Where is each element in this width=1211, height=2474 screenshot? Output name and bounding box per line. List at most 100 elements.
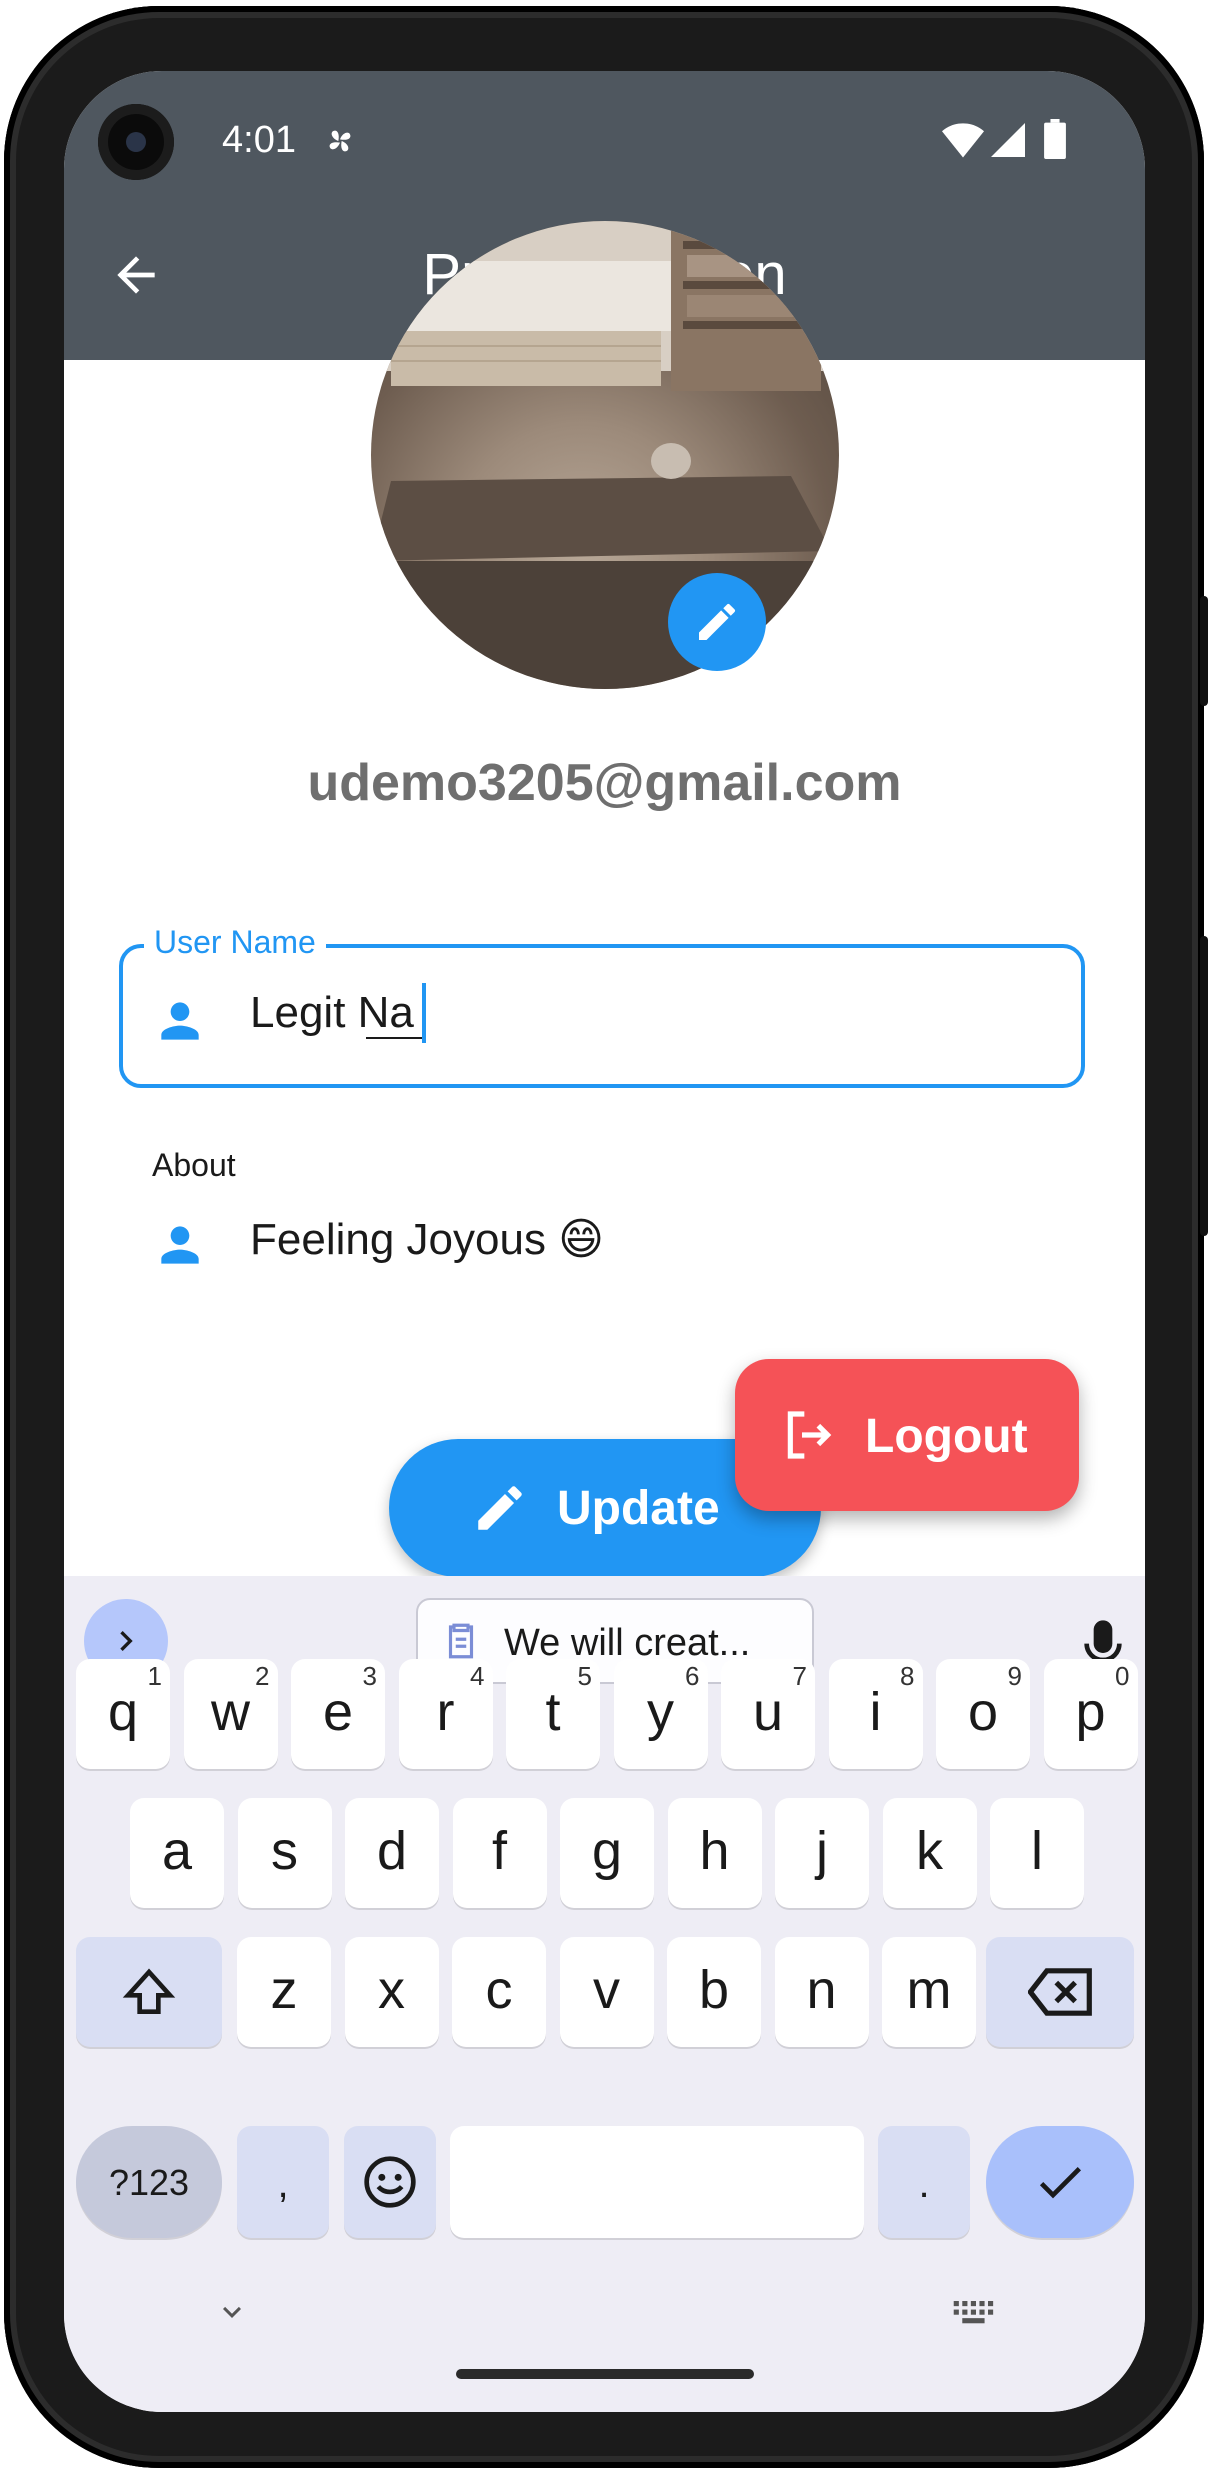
key-p[interactable]: p0 bbox=[1043, 1659, 1138, 1769]
key-hint: 7 bbox=[792, 1661, 807, 1691]
screen: 4:01 Profile Screen bbox=[64, 71, 1145, 2412]
key-label: j bbox=[816, 1821, 828, 1881]
key-n[interactable]: n bbox=[774, 1937, 869, 2047]
key-label: x bbox=[378, 1960, 405, 2020]
emoji-icon bbox=[364, 2156, 416, 2208]
key-hint: 5 bbox=[577, 1661, 592, 1691]
key-label: a bbox=[161, 1821, 193, 1881]
key-s[interactable]: s bbox=[237, 1798, 332, 1908]
key-hint: 6 bbox=[685, 1661, 700, 1691]
room-photo bbox=[371, 221, 839, 689]
username-input[interactable]: Legit Na bbox=[250, 988, 414, 1038]
key-j[interactable]: j bbox=[775, 1798, 869, 1908]
backspace-icon bbox=[1028, 1968, 1092, 2016]
key-h[interactable]: h bbox=[667, 1798, 762, 1908]
key-v[interactable]: v bbox=[559, 1937, 654, 2047]
edit-photo-button[interactable] bbox=[668, 573, 766, 671]
keyboard-switch-icon[interactable] bbox=[952, 2298, 1000, 2328]
key-r[interactable]: r4 bbox=[398, 1659, 493, 1769]
person-icon bbox=[161, 1002, 199, 1040]
profile-avatar[interactable] bbox=[371, 221, 839, 689]
hide-keyboard-icon[interactable] bbox=[214, 2294, 250, 2330]
key-label: b bbox=[698, 1960, 730, 2020]
shift-key[interactable] bbox=[76, 1937, 222, 2047]
clipboard-icon bbox=[448, 1623, 474, 1659]
username-label: User Name bbox=[144, 924, 326, 961]
gesture-handle[interactable] bbox=[456, 2369, 754, 2379]
checkmark-icon bbox=[1039, 2167, 1081, 2199]
phone-frame: 4:01 Profile Screen bbox=[4, 6, 1208, 2468]
key-label: z bbox=[270, 1960, 298, 2020]
key-t[interactable]: t5 bbox=[506, 1659, 600, 1769]
emoji-key[interactable] bbox=[344, 2126, 436, 2238]
period-key[interactable]: . bbox=[878, 2126, 970, 2238]
power-button bbox=[1200, 596, 1208, 706]
status-time: 4:01 bbox=[222, 119, 296, 161]
period-key-label: . bbox=[918, 2162, 930, 2206]
key-w[interactable]: w2 bbox=[183, 1659, 278, 1769]
key-label: d bbox=[376, 1821, 408, 1881]
key-hint: 0 bbox=[1115, 1661, 1130, 1691]
key-c[interactable]: c bbox=[452, 1937, 546, 2047]
key-q[interactable]: q1 bbox=[76, 1659, 170, 1769]
key-b[interactable]: b bbox=[667, 1937, 761, 2047]
key-i[interactable]: i8 bbox=[828, 1659, 923, 1769]
symbols-key[interactable]: ?123 bbox=[76, 2126, 222, 2238]
space-key[interactable] bbox=[450, 2126, 864, 2238]
done-key[interactable] bbox=[986, 2126, 1134, 2238]
key-o[interactable]: o9 bbox=[936, 1659, 1030, 1769]
key-label: f bbox=[491, 1821, 507, 1881]
key-hint: 9 bbox=[1007, 1661, 1022, 1691]
key-label: l bbox=[1031, 1821, 1043, 1881]
backspace-key[interactable] bbox=[986, 1937, 1134, 2047]
logout-icon bbox=[787, 1411, 832, 1459]
front-camera bbox=[98, 104, 174, 180]
key-label: m bbox=[906, 1960, 952, 2020]
comma-key[interactable]: , bbox=[237, 2126, 329, 2238]
pencil-icon bbox=[699, 603, 736, 640]
about-input[interactable]: Feeling Joyous 😄 bbox=[250, 1214, 604, 1265]
key-z[interactable]: z bbox=[237, 1937, 331, 2047]
battery-icon bbox=[1044, 119, 1066, 159]
chevron-right-icon bbox=[120, 1631, 133, 1651]
key-label: h bbox=[699, 1821, 730, 1881]
key-g[interactable]: g bbox=[560, 1798, 654, 1908]
key-label: k bbox=[916, 1821, 943, 1881]
key-hint: 8 bbox=[900, 1661, 915, 1691]
key-a[interactable]: a bbox=[130, 1798, 224, 1908]
key-k[interactable]: k bbox=[882, 1798, 977, 1908]
logout-button[interactable]: Logout bbox=[735, 1359, 1079, 1511]
key-y[interactable]: y6 bbox=[613, 1659, 708, 1769]
volume-button bbox=[1200, 936, 1208, 1236]
composing-underline bbox=[366, 1037, 422, 1039]
wifi-icon bbox=[942, 123, 984, 158]
about-label: About bbox=[152, 1147, 236, 1183]
key-u[interactable]: u7 bbox=[721, 1659, 815, 1769]
logout-label: Logout bbox=[865, 1410, 1028, 1463]
pencil-icon bbox=[478, 1486, 522, 1530]
key-hint: 3 bbox=[362, 1661, 377, 1691]
key-x[interactable]: x bbox=[344, 1937, 439, 2047]
person-icon bbox=[161, 1226, 199, 1264]
key-label: n bbox=[806, 1960, 837, 2020]
key-label: g bbox=[591, 1821, 623, 1881]
key-m[interactable]: m bbox=[882, 1937, 976, 2047]
shift-icon bbox=[122, 1968, 176, 2014]
key-l[interactable]: l bbox=[990, 1798, 1084, 1908]
key-hint: 1 bbox=[147, 1661, 162, 1691]
text-cursor bbox=[422, 983, 426, 1043]
key-f[interactable]: f bbox=[452, 1798, 547, 1908]
key-label: s bbox=[271, 1821, 298, 1881]
symbols-key-label: ?123 bbox=[108, 2162, 190, 2203]
pinwheel-icon bbox=[329, 130, 351, 152]
key-e[interactable]: e3 bbox=[291, 1659, 385, 1769]
key-d[interactable]: d bbox=[345, 1798, 439, 1908]
key-hint: 2 bbox=[255, 1661, 270, 1691]
key-label: v bbox=[593, 1960, 620, 2020]
user-email: udemo3205@gmail.com bbox=[307, 754, 902, 812]
key-label: c bbox=[485, 1960, 513, 2020]
update-label: Update bbox=[557, 1482, 720, 1535]
comma-key-label: , bbox=[277, 2162, 289, 2206]
key-hint: 4 bbox=[470, 1661, 485, 1691]
soft-keyboard: We will creat... q1w2e3r4t5y6u7i8o9p0 as… bbox=[64, 1576, 1145, 2412]
